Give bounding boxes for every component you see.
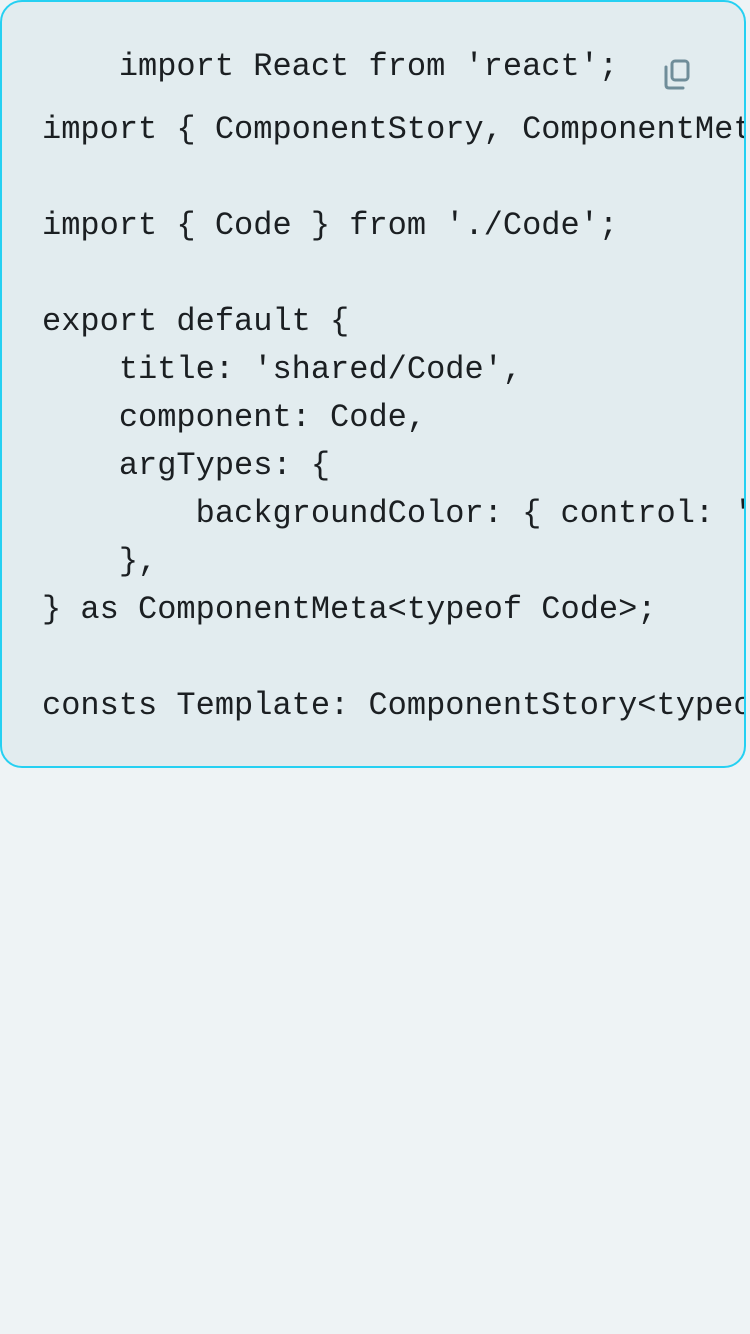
code-line-6: export default { [42,303,350,340]
code-line-14: consts Template: ComponentStory<typeof C… [42,687,746,724]
copy-button[interactable] [658,54,698,94]
code-line-7: title: 'shared/Code', [42,351,523,388]
code-line-8: component: Code, [42,399,427,436]
code-line-9: argTypes: { [42,447,331,484]
copy-icon [664,59,690,90]
code-block-card: import React from 'react'; import { Comp… [0,0,746,768]
code-line-12: } as ComponentMeta<typeof Code>; [42,591,657,628]
code-line-4: import { Code } from './Code'; [42,207,619,244]
code-line-11: }, [42,543,158,580]
code-line-1: import React from 'react'; [42,48,619,85]
code-line-10: backgroundColor: { control: 'color' }, [195,495,744,532]
code-line-2: import { ComponentStory, ComponentMeta }… [42,111,744,148]
code-block: import React from 'react'; import { Comp… [42,2,744,766]
